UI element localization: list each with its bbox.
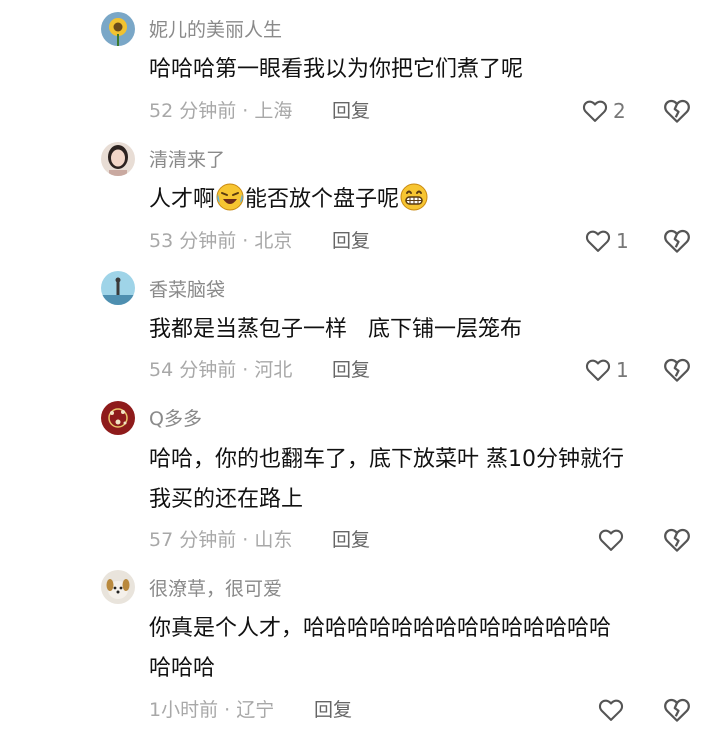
comment-text: 哈哈哈第一眼看我以为你把它们煮了呢 <box>149 57 524 82</box>
comment-meta: 52 分钟前 · 上海 <box>149 100 293 122</box>
comment-username[interactable]: 香菜脑袋 <box>149 278 225 302</box>
user-avatar[interactable] <box>101 570 135 604</box>
reply-button[interactable]: 回复 <box>332 358 370 382</box>
dislike-button[interactable] <box>662 695 692 725</box>
sunflower-avatar-icon <box>101 12 135 46</box>
broken-heart-icon <box>664 698 690 722</box>
dislike-button[interactable] <box>662 226 692 256</box>
comment-username[interactable]: 妮儿的美丽人生 <box>149 18 282 42</box>
broken-heart-icon <box>664 528 690 552</box>
like-button[interactable]: 1 <box>584 226 629 256</box>
comment-text-line: 你真是个人才，哈哈哈哈哈哈哈哈哈哈哈哈哈哈 <box>149 616 612 641</box>
heart-outline-icon <box>582 100 608 122</box>
broken-heart-icon <box>664 358 690 382</box>
comment-text: 人才啊 能否放个盘子呢 <box>149 180 709 220</box>
comment-text: 哈哈，你的也翻车了，底下放菜叶 蒸10分钟就行 我买的还在路上 <box>149 440 709 520</box>
comment-username[interactable]: 清清来了 <box>149 148 225 172</box>
broken-heart-icon <box>664 229 690 253</box>
like-button[interactable] <box>597 525 629 555</box>
like-count: 2 <box>613 99 626 123</box>
heart-outline-icon <box>585 230 611 252</box>
dislike-button[interactable] <box>662 96 692 126</box>
comment-text-part: 能否放个盘子呢 <box>245 187 400 212</box>
comment-text-line: 哈哈，你的也翻车了，底下放菜叶 蒸10分钟就行 <box>149 447 624 472</box>
comment-text: 我都是当蒸包子一样 底下铺一层笼布 <box>149 317 522 342</box>
like-button[interactable]: 1 <box>584 355 629 385</box>
comment-text-line: 哈哈哈 <box>149 656 216 681</box>
like-count: 1 <box>616 358 629 382</box>
sky-figure-avatar-icon <box>101 271 135 305</box>
comment-meta: 53 分钟前 · 北京 <box>149 230 293 252</box>
reply-button[interactable]: 回复 <box>332 528 370 552</box>
heart-outline-icon <box>598 699 624 721</box>
comment-meta: 1小时前 · 辽宁 <box>149 699 275 721</box>
comment-text: 你真是个人才，哈哈哈哈哈哈哈哈哈哈哈哈哈哈 哈哈哈 <box>149 609 709 689</box>
like-button[interactable] <box>597 695 629 725</box>
laughing-crying-emoji-icon <box>216 183 244 211</box>
reply-button[interactable]: 回复 <box>314 698 352 722</box>
comment-meta: 57 分钟前 · 山东 <box>149 529 293 551</box>
heart-outline-icon <box>585 359 611 381</box>
comment-username[interactable]: Q多多 <box>149 407 202 431</box>
like-button[interactable]: 2 <box>581 96 626 126</box>
dislike-button[interactable] <box>662 525 692 555</box>
grinning-emoji-icon <box>400 183 428 211</box>
reply-button[interactable]: 回复 <box>332 229 370 253</box>
reply-button[interactable]: 回复 <box>332 99 370 123</box>
woman-portrait-avatar-icon <box>101 142 135 176</box>
user-avatar[interactable] <box>101 142 135 176</box>
like-count: 1 <box>616 229 629 253</box>
red-pattern-avatar-icon <box>101 401 135 435</box>
comment-text-line: 我买的还在路上 <box>149 487 304 512</box>
dislike-button[interactable] <box>662 355 692 385</box>
user-avatar[interactable] <box>101 401 135 435</box>
comment-meta: 54 分钟前 · 河北 <box>149 359 293 381</box>
user-avatar[interactable] <box>101 271 135 305</box>
broken-heart-icon <box>664 99 690 123</box>
puppy-avatar-icon <box>101 570 135 604</box>
comment-text-part: 人才啊 <box>149 187 216 212</box>
user-avatar[interactable] <box>101 12 135 46</box>
heart-outline-icon <box>598 529 624 551</box>
comment-username[interactable]: 很潦草，很可爱 <box>149 577 282 601</box>
